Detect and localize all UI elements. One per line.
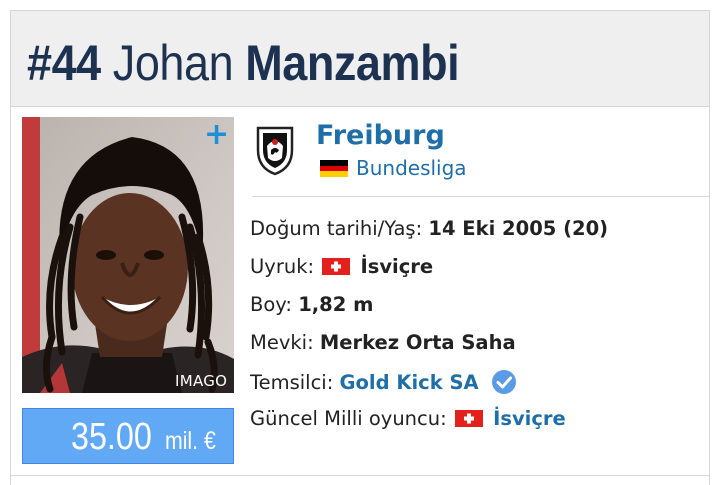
- dob-row: Doğum tarihi/Yaş: 14 Eki 2005 (20): [250, 216, 608, 242]
- card-bottom: [10, 476, 710, 485]
- player-header: #44 Johan Manzambi: [10, 10, 710, 106]
- height-value: 1,82 m: [298, 293, 374, 316]
- player-portrait: [22, 117, 234, 393]
- market-value-unit: mil. €: [165, 427, 216, 455]
- position-row: Mevki: Merkez Orta Saha: [250, 330, 516, 356]
- nationality-row: Uyruk: İsviçre: [250, 254, 433, 280]
- height-row: Boy: 1,82 m: [250, 292, 373, 318]
- national-team-row: Güncel Milli oyuncu: İsviçre: [250, 406, 566, 432]
- national-team-label: Güncel Milli oyuncu:: [250, 407, 447, 430]
- agent-link[interactable]: Gold Kick SA: [340, 371, 479, 394]
- dob-value: 14 Eki 2005 (20): [428, 217, 609, 240]
- first-name: Johan: [112, 35, 234, 91]
- switzerland-flag-icon: [454, 410, 483, 427]
- agent-label: Temsilci:: [250, 371, 334, 394]
- player-photo[interactable]: [22, 117, 234, 393]
- height-label: Boy:: [250, 293, 292, 316]
- shirt-number: #44: [27, 35, 101, 91]
- nationality-value: İsviçre: [360, 255, 434, 278]
- plus-icon[interactable]: +: [204, 120, 229, 150]
- position-value: Merkez Orta Saha: [319, 331, 516, 354]
- market-value-amount: 35.00: [71, 416, 152, 458]
- dob-label: Doğum tarihi/Yaş:: [250, 217, 423, 240]
- page-title: #44 Johan Manzambi: [27, 35, 460, 91]
- switzerland-flag-icon: [322, 258, 351, 275]
- verified-icon: [491, 370, 516, 394]
- agent-row: Temsilci: Gold Kick SA: [250, 369, 517, 396]
- freiburg-crest-icon[interactable]: [255, 124, 295, 176]
- league-link[interactable]: Bundesliga: [356, 155, 467, 181]
- club-name-link[interactable]: Freiburg: [316, 118, 445, 154]
- germany-flag-icon: [320, 160, 348, 177]
- photo-credit: IMAGO: [175, 372, 228, 390]
- position-label: Mevki:: [250, 331, 314, 354]
- last-name: Manzambi: [245, 35, 460, 91]
- market-value-box[interactable]: 35.00 mil. €: [22, 408, 234, 464]
- divider: [252, 196, 710, 197]
- nationality-label: Uyruk:: [250, 255, 315, 278]
- national-team-link[interactable]: İsviçre: [493, 407, 566, 430]
